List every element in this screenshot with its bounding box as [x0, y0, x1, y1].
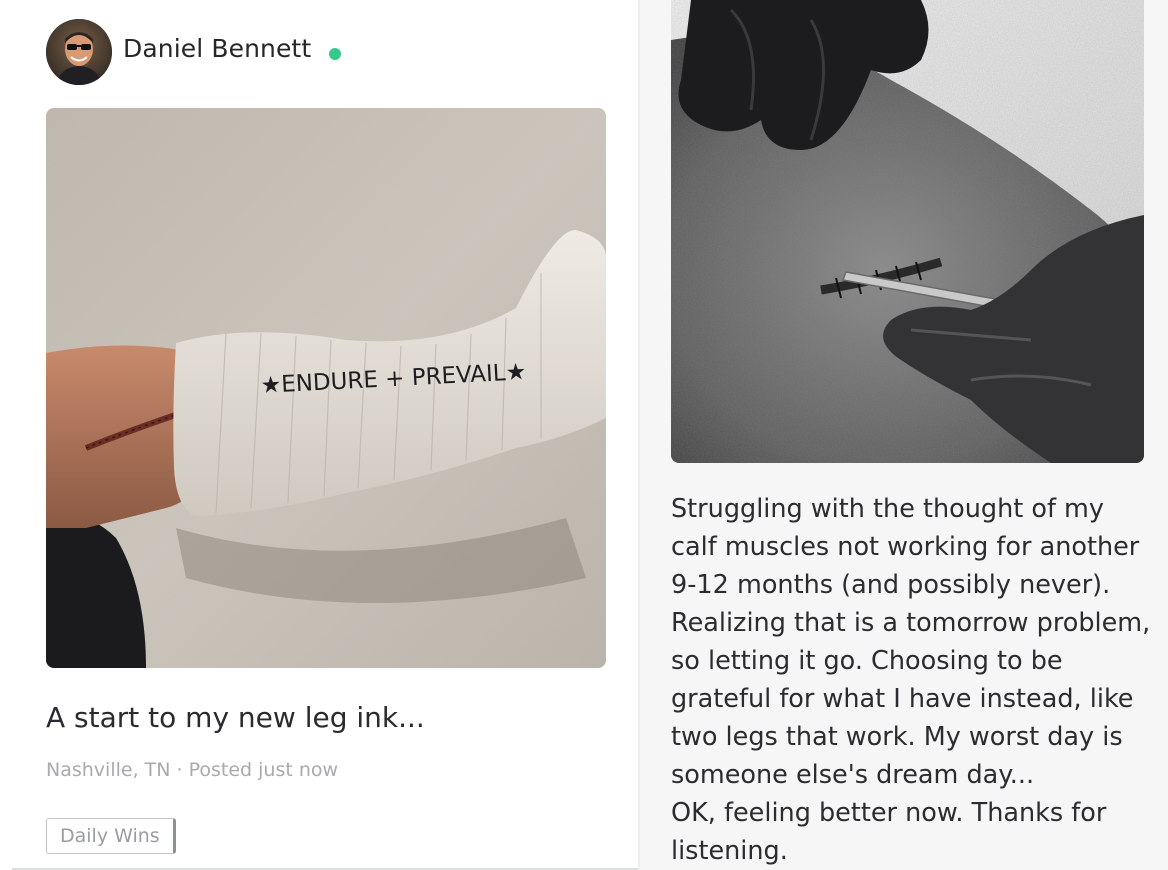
post-text-line: so letting it go. Choosing to be: [671, 646, 1063, 676]
post-text-line: someone else's dream day...: [671, 760, 1035, 790]
post-body-text: Struggling with the thought of my calf m…: [671, 490, 1161, 870]
stitch-removal-photo: [671, 0, 1144, 463]
avatar-image: [46, 19, 112, 85]
post-text-line: listening.: [671, 836, 788, 866]
post-text-line: Realizing that is a tomorrow problem,: [671, 608, 1151, 638]
post-caption: A start to my new leg ink...: [46, 701, 425, 734]
post-meta: Nashville, TN · Posted just now: [46, 759, 339, 781]
post-text-line: Struggling with the thought of my: [671, 494, 1104, 524]
leg-cast-photo: ★ENDURE + PREVAIL★: [46, 108, 606, 668]
avatar[interactable]: [46, 19, 112, 85]
right-post-card: Struggling with the thought of my calf m…: [640, 0, 1168, 870]
post-text-line: grateful for what I have instead, like: [671, 684, 1134, 714]
tag-chip-daily-wins[interactable]: Daily Wins: [46, 818, 176, 854]
post-text-line: calf muscles not working for another: [671, 532, 1140, 562]
user-name[interactable]: Daniel Bennett: [123, 34, 311, 63]
post-text-line: two legs that work. My worst day is: [671, 722, 1123, 752]
online-status-dot: [329, 48, 341, 60]
post-text-line: 9-12 months (and possibly never).: [671, 570, 1111, 600]
post-image[interactable]: ★ENDURE + PREVAIL★: [46, 108, 606, 668]
post-image-stitches[interactable]: [671, 0, 1144, 463]
left-post-card: Daniel Bennett ★ENDURE + PREVAIL★ A star…: [0, 0, 640, 870]
post-text-line: OK, feeling better now. Thanks for: [671, 798, 1107, 828]
